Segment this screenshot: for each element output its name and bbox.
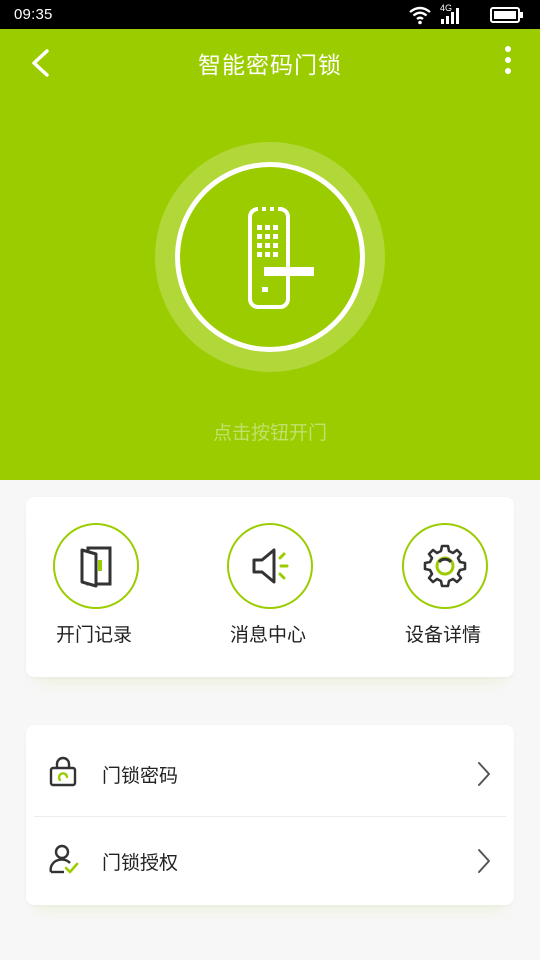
chevron-right-icon (478, 849, 490, 873)
unlock-button-inner (175, 162, 365, 352)
more-vertical-icon (505, 46, 511, 74)
gear-icon (423, 544, 467, 588)
open-records-icon-circle (53, 523, 139, 609)
message-center-label: 消息中心 (229, 624, 306, 646)
lock-icon (49, 756, 77, 787)
hero-panel: 智能密码门锁 点击按钮开门 (0, 29, 540, 480)
open-records-label: 开门记录 (55, 624, 132, 646)
quick-actions-card: 开门记录 消息中心 设备详情 (26, 497, 514, 677)
list-item-lock-password[interactable]: 门锁密码 (26, 728, 514, 817)
status-bar: 09:35 4G (0, 0, 540, 29)
settings-list-card: 门锁密码 门锁授权 (26, 725, 514, 905)
quick-action-message-center[interactable]: 消息中心 (200, 523, 340, 653)
unlock-button[interactable] (155, 142, 385, 372)
unlock-hint: 点击按钮开门 (212, 422, 327, 444)
list-item-lock-authorization[interactable]: 门锁授权 (26, 815, 514, 904)
wifi-icon (409, 6, 431, 25)
quick-action-device-details[interactable]: 设备详情 (375, 523, 515, 653)
device-details-label: 设备详情 (404, 624, 481, 646)
door-open-icon (80, 546, 112, 588)
page-title: 智能密码门锁 (198, 53, 342, 79)
quick-action-open-records[interactable]: 开门记录 (26, 523, 166, 653)
more-button[interactable] (496, 43, 520, 81)
battery-icon (490, 7, 523, 23)
message-center-icon-circle (227, 523, 313, 609)
status-icons: 4G (408, 3, 528, 26)
status-time: 09:35 (14, 6, 53, 23)
speaker-icon (252, 548, 289, 584)
lock-authorization-label: 门锁授权 (102, 852, 179, 874)
user-auth-icon (49, 844, 79, 874)
lock-password-label: 门锁密码 (102, 765, 179, 787)
signal-icon (441, 8, 459, 24)
chevron-right-icon (478, 762, 490, 786)
device-details-icon-circle (402, 523, 488, 609)
door-lock-icon (248, 206, 314, 309)
